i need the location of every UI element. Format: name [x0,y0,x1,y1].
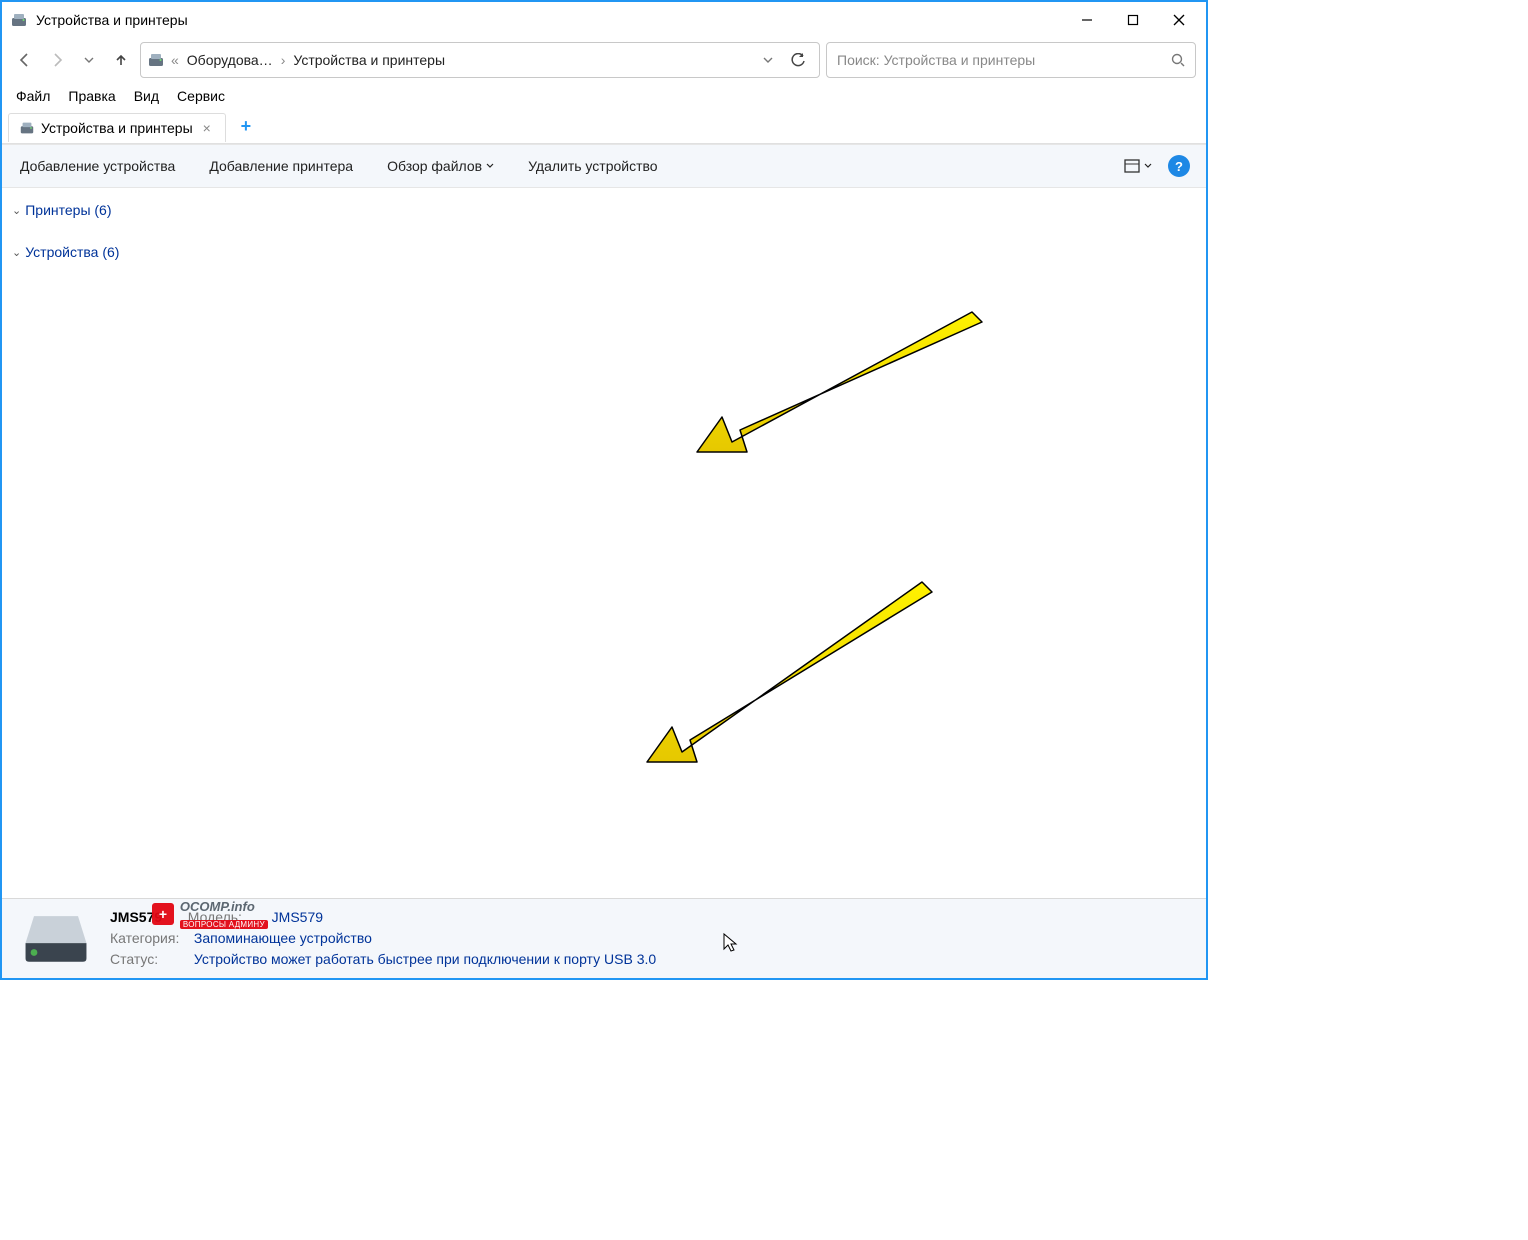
tab-devices-printers[interactable]: Устройства и принтеры × [8,113,226,142]
tab-strip: Устройства и принтеры × + [2,110,1206,144]
close-button[interactable] [1156,4,1202,36]
add-printer-button[interactable]: Добавление принтера [207,152,355,180]
details-category-value: Запоминающее устройство [194,930,372,946]
breadcrumb-part[interactable]: Оборудова… [181,48,279,72]
watermark: + OCOMP.info ВОПРОСЫ АДМИНУ [152,898,268,930]
navigation-row: « Оборудова… › Устройства и принтеры Пои… [2,38,1206,82]
chevron-down-icon [486,162,494,170]
tab-close-button[interactable]: × [199,120,215,136]
toolbar: Добавление устройства Добавление принтер… [2,144,1206,188]
breadcrumb-separator[interactable]: « [169,48,181,72]
details-category-label: Категория: [110,928,190,949]
add-device-button[interactable]: Добавление устройства [18,152,177,180]
new-tab-button[interactable]: + [232,113,260,141]
title-bar: Устройства и принтеры [2,2,1206,38]
recent-dropdown[interactable] [76,47,102,73]
breadcrumb-separator[interactable]: › [279,48,288,72]
maximize-button[interactable] [1110,4,1156,36]
menu-view[interactable]: Вид [126,84,167,108]
refresh-button[interactable] [783,53,813,68]
menu-edit[interactable]: Правка [60,84,123,108]
group-header-printers[interactable]: ⌄ Принтеры (6) [2,196,1206,224]
menu-file[interactable]: Файл [8,84,58,108]
collapse-icon: ⌄ [12,204,21,217]
devices-printers-icon [10,11,28,29]
minimize-button[interactable] [1064,4,1110,36]
address-dropdown[interactable] [753,54,783,66]
tab-label: Устройства и принтеры [41,120,193,136]
devices-printers-icon [147,51,165,69]
up-button[interactable] [108,47,134,73]
details-model-value: JMS579 [272,909,323,925]
group-header-devices[interactable]: ⌄ Устройства (6) [2,238,1206,266]
chevron-down-icon [1144,162,1152,170]
view-icon [1124,159,1140,173]
drive-icon [16,911,96,966]
browse-files-button[interactable]: Обзор файлов [385,152,496,180]
menu-service[interactable]: Сервис [169,84,233,108]
devices-printers-icon [19,120,35,136]
view-mode-button[interactable] [1124,159,1152,173]
details-status-value: Устройство может работать быстрее при по… [194,951,656,967]
help-button[interactable]: ? [1168,155,1190,177]
breadcrumb-part[interactable]: Устройства и принтеры [287,48,451,72]
remove-device-button[interactable]: Удалить устройство [526,152,659,180]
back-button[interactable] [12,47,38,73]
content-area: ⌄ Принтеры (6) ⌄ Устройства (6) [2,188,1206,898]
group-title: Устройства (6) [25,244,119,260]
address-bar[interactable]: « Оборудова… › Устройства и принтеры [140,42,820,78]
forward-button[interactable] [44,47,70,73]
group-title: Принтеры (6) [25,202,111,218]
collapse-icon: ⌄ [12,246,21,259]
search-placeholder: Поиск: Устройства и принтеры [837,52,1171,68]
search-input[interactable]: Поиск: Устройства и принтеры [826,42,1196,78]
search-icon [1171,53,1185,67]
menu-bar: Файл Правка Вид Сервис [2,82,1206,110]
details-status-label: Статус: [110,949,190,970]
window-title: Устройства и принтеры [36,12,1064,28]
